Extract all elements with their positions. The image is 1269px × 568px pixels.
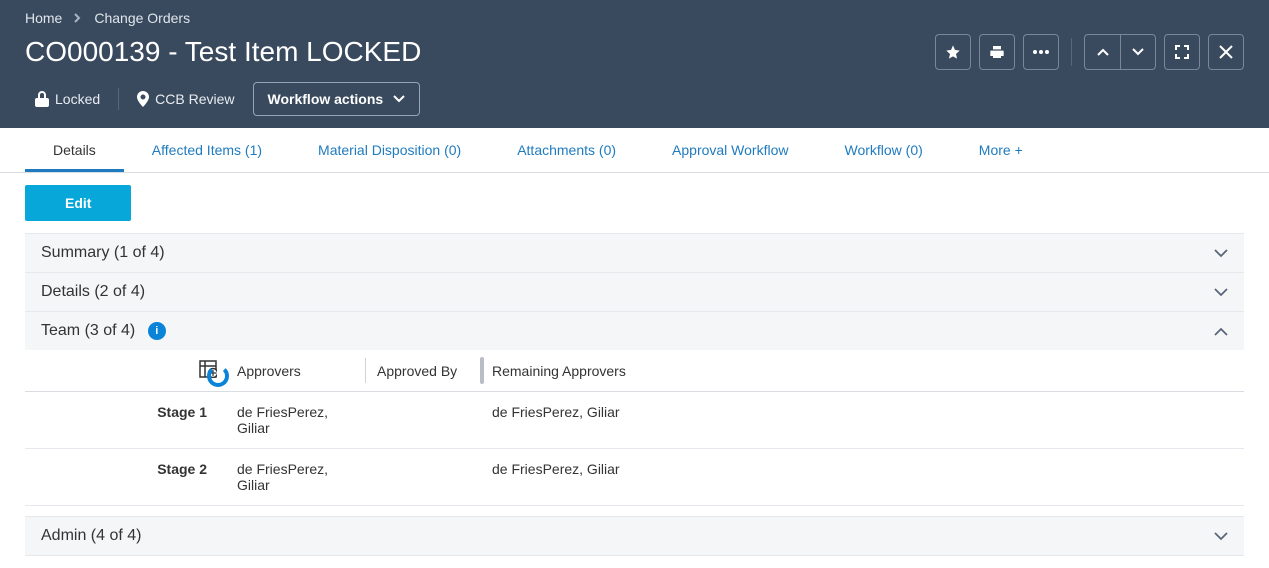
favorite-button[interactable] <box>935 34 971 70</box>
table-row: Stage 2 de FriesPerez, Giliar de FriesPe… <box>25 449 1244 506</box>
team-table: Approvers Approved By Remaining Approver… <box>25 350 1244 506</box>
section-summary-title: Summary (1 of 4) <box>41 244 165 262</box>
content-area: Edit Summary (1 of 4) Details (2 of 4) T… <box>0 173 1269 568</box>
workflow-actions-button[interactable]: Workflow actions <box>253 82 421 116</box>
col-approved-by[interactable]: Approved By <box>365 350 480 392</box>
cell-remaining: de FriesPerez, Giliar <box>480 392 1244 449</box>
cell-approvers: de FriesPerez, Giliar <box>225 449 365 506</box>
tab-approval-workflow[interactable]: Approval Workflow <box>644 128 816 172</box>
chevron-up-icon <box>1097 48 1109 56</box>
cell-stage: Stage 1 <box>25 392 225 449</box>
breadcrumb: Home Change Orders <box>25 10 1244 26</box>
team-table-wrap: Approvers Approved By Remaining Approver… <box>25 350 1244 516</box>
section-team-label: Team (3 of 4) <box>41 322 135 339</box>
section-summary[interactable]: Summary (1 of 4) <box>25 233 1244 272</box>
cell-approved-by <box>365 392 480 449</box>
tabs: Details Affected Items (1) Material Disp… <box>0 128 1269 173</box>
review-status: CCB Review <box>127 85 244 113</box>
chevron-up-icon <box>1214 327 1228 336</box>
cell-stage: Stage 2 <box>25 449 225 506</box>
section-team[interactable]: Team (3 of 4) i <box>25 311 1244 350</box>
col-approvers[interactable]: Approvers <box>225 350 365 392</box>
breadcrumb-current[interactable]: Change Orders <box>94 10 190 26</box>
section-admin-title: Admin (4 of 4) <box>41 527 141 545</box>
tab-workflow[interactable]: Workflow (0) <box>816 128 950 172</box>
lock-icon <box>35 91 49 107</box>
page-header: Home Change Orders CO000139 - Test Item … <box>0 0 1269 128</box>
close-icon <box>1219 45 1233 59</box>
breadcrumb-home[interactable]: Home <box>25 10 62 26</box>
nav-up-button[interactable] <box>1084 34 1120 70</box>
section-admin[interactable]: Admin (4 of 4) <box>25 516 1244 556</box>
nav-group <box>1084 34 1156 70</box>
cell-approved-by <box>365 449 480 506</box>
col-remaining[interactable]: Remaining Approvers <box>480 350 1244 392</box>
location-icon <box>137 91 149 107</box>
divider <box>118 88 119 110</box>
locked-status: Locked <box>25 85 110 113</box>
tab-attachments[interactable]: Attachments (0) <box>489 128 644 172</box>
review-label: CCB Review <box>155 91 234 107</box>
more-actions-button[interactable] <box>1023 34 1059 70</box>
more-icon <box>1033 50 1049 54</box>
header-actions <box>935 34 1244 70</box>
locked-label: Locked <box>55 91 100 107</box>
chevron-down-icon <box>1214 532 1228 541</box>
chevron-down-icon <box>1214 249 1228 258</box>
status-row: Locked CCB Review Workflow actions <box>25 82 1244 116</box>
fullscreen-button[interactable] <box>1164 34 1200 70</box>
print-icon <box>989 44 1005 60</box>
nav-down-button[interactable] <box>1120 34 1156 70</box>
section-details[interactable]: Details (2 of 4) <box>25 272 1244 311</box>
page-title: CO000139 - Test Item LOCKED <box>25 36 421 68</box>
workflow-label: Workflow actions <box>268 91 384 107</box>
chevron-down-icon <box>393 95 405 103</box>
divider <box>1071 38 1072 66</box>
tab-details[interactable]: Details <box>25 128 124 172</box>
tab-material-disposition[interactable]: Material Disposition (0) <box>290 128 489 172</box>
tab-more[interactable]: More + <box>951 128 1051 172</box>
section-team-title: Team (3 of 4) i <box>41 322 166 340</box>
table-row: Stage 1 de FriesPerez, Giliar de FriesPe… <box>25 392 1244 449</box>
edit-button[interactable]: Edit <box>25 185 131 221</box>
chevron-right-icon <box>74 13 82 23</box>
table-settings-icon[interactable] <box>199 360 217 378</box>
section-details-title: Details (2 of 4) <box>41 283 145 301</box>
title-row: CO000139 - Test Item LOCKED <box>25 34 1244 70</box>
chevron-down-icon <box>1132 48 1144 56</box>
star-icon <box>945 44 961 60</box>
print-button[interactable] <box>979 34 1015 70</box>
table-header-row: Approvers Approved By Remaining Approver… <box>25 350 1244 392</box>
cell-approvers: de FriesPerez, Giliar <box>225 392 365 449</box>
cell-remaining: de FriesPerez, Giliar <box>480 449 1244 506</box>
close-button[interactable] <box>1208 34 1244 70</box>
tab-affected-items[interactable]: Affected Items (1) <box>124 128 290 172</box>
table-settings-header <box>25 350 225 392</box>
fullscreen-icon <box>1175 45 1189 59</box>
info-icon[interactable]: i <box>148 322 166 340</box>
chevron-down-icon <box>1214 288 1228 297</box>
